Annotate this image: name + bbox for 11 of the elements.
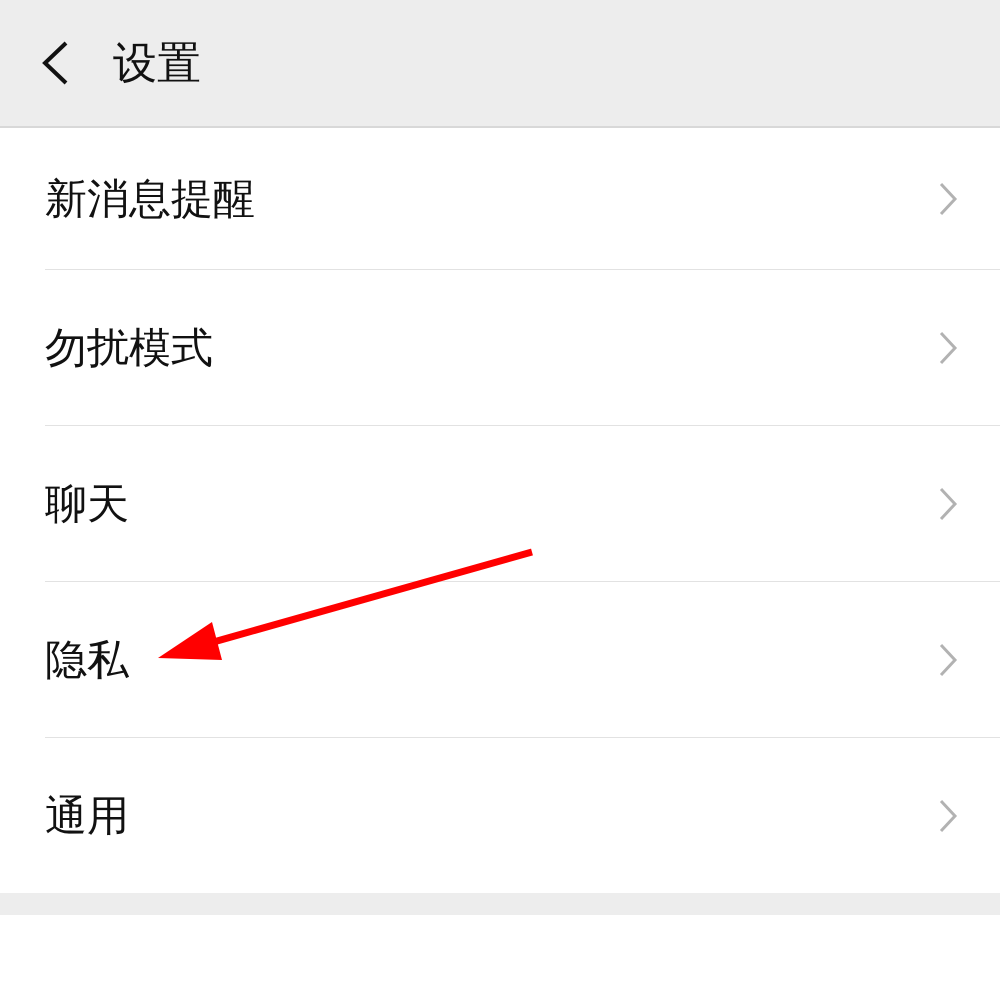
- settings-item[interactable]: 通用: [45, 738, 1000, 893]
- chevron-icon: [938, 642, 958, 676]
- back-icon[interactable]: [40, 41, 70, 85]
- settings-item[interactable]: 勿扰模式: [45, 270, 1000, 426]
- settings-item[interactable]: 聊天: [45, 426, 1000, 582]
- chevron-icon: [938, 182, 958, 216]
- page-title: 设置: [113, 36, 201, 90]
- chevron-icon: [938, 486, 958, 520]
- settings-item[interactable]: 新消息提醒: [45, 128, 1000, 270]
- chevron-icon: [938, 330, 958, 364]
- chevron-icon: [938, 798, 958, 832]
